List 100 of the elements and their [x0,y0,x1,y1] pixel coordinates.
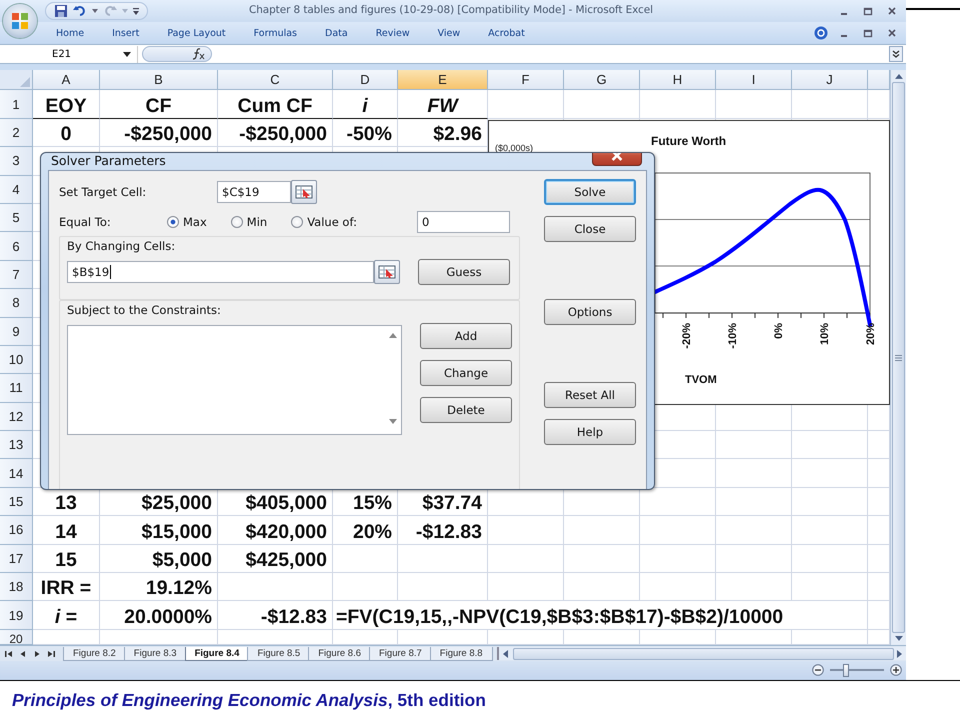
restore-icon[interactable] [863,28,873,38]
scroll-left-icon[interactable] [502,650,508,658]
horizontal-scrollbar[interactable] [496,647,906,660]
radio-label[interactable]: Min [246,215,268,229]
help-icon[interactable] [814,26,828,40]
table-cell: Cum CF [218,90,333,119]
guess-button[interactable]: Guess [418,259,510,285]
scroll-up-icon[interactable] [894,74,902,80]
sheet-tab[interactable]: Figure 8.3 [124,646,187,661]
sheet-tab[interactable]: Figure 8.7 [369,646,432,661]
close-icon[interactable] [887,6,897,16]
column-header[interactable]: G [564,70,640,90]
row-header[interactable]: 7 [0,260,33,290]
name-box[interactable]: E21 [0,46,138,63]
sheet-tab[interactable]: Figure 8.2 [63,646,126,661]
dropdown-icon[interactable] [123,52,131,57]
radio-label[interactable]: Value of: [307,215,357,229]
restore-icon[interactable] [863,6,873,16]
row-header[interactable]: 17 [0,544,33,574]
sheet-nav-icon[interactable] [47,650,55,658]
row-header[interactable]: 14 [0,459,33,488]
constraint-button[interactable]: Change [420,360,512,386]
column-header[interactable]: I [716,70,792,90]
value-field[interactable]: 0 [417,211,510,233]
constraint-button[interactable]: Delete [420,397,512,423]
column-header[interactable]: J [792,70,868,90]
table-cell: -$250,000 [100,118,218,148]
zoom-out-button[interactable] [812,664,824,676]
changing-cells-field[interactable]: $B$19 [67,261,374,283]
range-select-button[interactable] [374,260,400,284]
dialog-button[interactable]: Reset All [544,382,636,408]
row-header[interactable]: 19 [0,601,33,630]
ribbon-tab[interactable]: Data [315,24,358,43]
range-select-button[interactable] [291,180,317,204]
row-header[interactable]: 3 [0,147,33,176]
constraint-button[interactable]: Add [420,323,512,349]
tick-label: -20% [681,323,693,349]
column-header[interactable]: E [398,70,488,90]
sheet-tab[interactable]: Figure 8.6 [308,646,371,661]
close-icon[interactable] [887,28,897,38]
ribbon-tab[interactable]: Formulas [244,24,308,43]
column-header[interactable]: H [640,70,716,90]
range-select-icon[interactable] [378,265,396,279]
scroll-down-icon[interactable] [894,636,902,642]
row-header[interactable]: 11 [0,374,33,403]
radio-button[interactable] [291,216,304,228]
sheet-tab[interactable]: Figure 8.4 [184,646,250,661]
column-header[interactable]: A [33,70,100,90]
column-header[interactable]: B [100,70,218,90]
scroll-right-icon[interactable] [897,650,902,658]
zoom-in-button[interactable] [890,664,902,676]
ribbon-tab[interactable]: Review [366,24,420,43]
row-header[interactable]: 8 [0,289,33,318]
radio-label[interactable]: Max [183,215,207,229]
row-header[interactable]: 15 [0,488,33,516]
column-header[interactable]: F [488,70,564,90]
radio-button[interactable] [230,216,243,228]
sheet-tab[interactable]: Figure 8.5 [247,646,310,661]
range-select-icon[interactable] [295,185,313,199]
table-cell: IRR = [33,573,100,602]
target-cell-field[interactable]: $C$19 [217,181,291,203]
vertical-scrollbar[interactable] [890,70,906,646]
undo-icon[interactable] [73,4,87,18]
column-header[interactable]: C [218,70,333,90]
radio-button[interactable] [167,216,179,228]
caption: Principles of Engineering Economic Analysis, 5th edition [12,690,486,711]
row-header[interactable]: 4 [0,176,33,204]
row-header[interactable]: 10 [0,346,33,374]
ribbon-tab[interactable]: Insert [102,24,150,43]
scroll-down-icon[interactable] [389,419,397,424]
dialog-button[interactable]: Help [544,419,636,445]
dialog-button[interactable]: Solve [544,179,636,205]
scroll-up-icon[interactable] [389,333,397,338]
expand-button[interactable] [889,46,903,62]
ribbon-tab[interactable]: Page Layout [157,24,236,43]
dialog-button[interactable]: Options [544,299,636,325]
table-cell: 14 [33,516,100,545]
row-header[interactable]: 1 [0,90,33,119]
function-icon[interactable] [191,48,205,60]
row-header[interactable]: 9 [0,318,33,346]
ribbon-tab[interactable]: View [428,24,470,43]
row-header[interactable]: 12 [0,402,33,432]
row-header[interactable]: 18 [0,573,33,602]
sheet-nav-icon[interactable] [5,650,13,658]
table-cell: 20.0000% [100,601,218,630]
row-header[interactable]: 5 [0,204,33,232]
save-icon[interactable] [54,4,68,18]
sheet-tab[interactable]: Figure 8.8 [430,646,493,661]
row-header[interactable]: 2 [0,118,33,148]
dialog-button[interactable]: Close [544,216,636,242]
ribbon-tab[interactable]: Acrobat [478,24,535,43]
row-header[interactable]: 13 [0,431,33,460]
column-header[interactable]: D [333,70,398,90]
ribbon-tab[interactable]: Home [46,24,94,43]
row-header[interactable]: 20 [0,630,33,645]
table-cell: 15 [33,544,100,574]
office-button[interactable] [3,4,37,38]
row-header[interactable]: 6 [0,232,33,261]
customize-icon[interactable] [133,8,139,14]
row-header[interactable]: 16 [0,516,33,545]
